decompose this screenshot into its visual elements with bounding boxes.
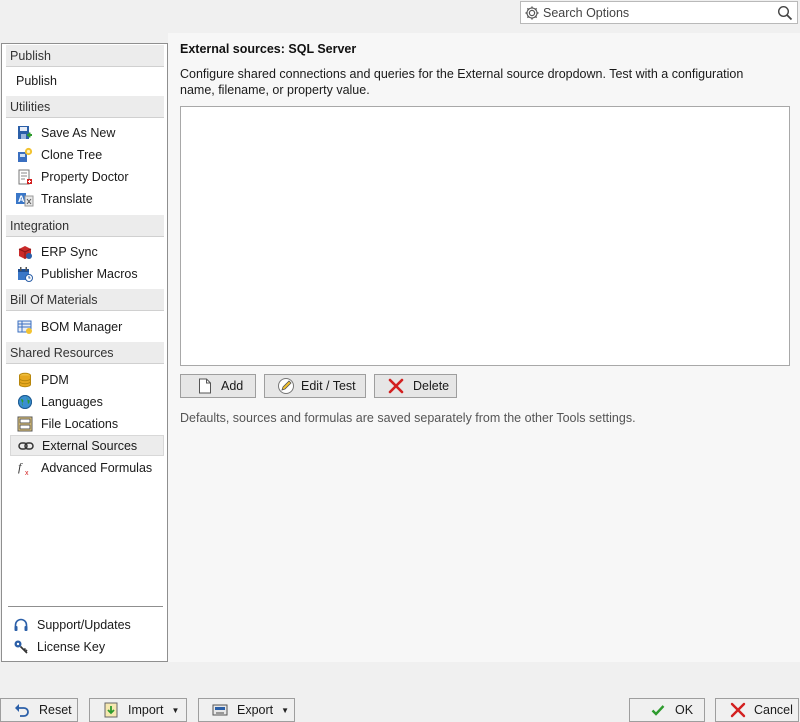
sidebar-item-label: Clone Tree — [41, 147, 103, 162]
sidebar-item-label: Property Doctor — [41, 169, 129, 184]
search-icon[interactable] — [773, 2, 797, 23]
sidebar-item-support-updates[interactable]: Support/Updates — [6, 614, 160, 635]
add-button[interactable]: Add — [180, 374, 256, 398]
delete-x-icon — [387, 377, 405, 395]
sources-list[interactable] — [180, 106, 790, 366]
sidebar-item-publish[interactable]: Publish — [10, 70, 164, 91]
sidebar-item-label: License Key — [37, 639, 106, 654]
group-header-publish: Publish — [6, 45, 164, 67]
languages-icon — [16, 394, 34, 410]
chevron-down-icon: ▼ — [171, 705, 180, 715]
clone-tree-icon — [16, 147, 34, 163]
sidebar-item-save-as-new[interactable]: Save As New — [10, 122, 164, 143]
svg-text:x: x — [25, 470, 29, 476]
cancel-button-label: Cancel — [754, 703, 793, 717]
sidebar-item-label: Translate — [41, 191, 93, 206]
sidebar-item-label: File Locations — [41, 416, 119, 431]
publisher-macros-icon — [16, 266, 34, 282]
translate-icon: A — [16, 191, 34, 207]
sidebar-item-label: PDM — [41, 372, 69, 387]
sidebar-item-translate[interactable]: A Translate — [10, 188, 164, 209]
sidebar-item-advanced-formulas[interactable]: fx Advanced Formulas — [10, 457, 164, 478]
delete-button-label: Delete — [413, 379, 450, 393]
group-header-utilities: Utilities — [6, 96, 164, 118]
sidebar-item-license-key[interactable]: License Key — [6, 636, 160, 657]
checkmark-icon — [649, 701, 667, 719]
top-bar — [0, 0, 800, 33]
sidebar-item-label: Publisher Macros — [41, 266, 138, 281]
main-panel: External sources: SQL Server Configure s… — [168, 33, 800, 662]
sidebar-item-clone-tree[interactable]: Clone Tree — [10, 144, 164, 165]
group-header-bill-of-materials: Bill Of Materials — [6, 289, 164, 311]
save-as-new-icon — [16, 125, 34, 141]
sidebar-item-label: BOM Manager — [41, 319, 123, 334]
headset-icon — [12, 617, 30, 633]
gear-icon[interactable] — [521, 2, 543, 23]
sidebar-item-label: Languages — [41, 394, 103, 409]
new-document-icon — [196, 377, 214, 395]
pdm-icon — [16, 372, 34, 388]
svg-text:A: A — [18, 194, 25, 204]
sidebar-divider — [8, 606, 163, 607]
import-button[interactable]: Import ▼ — [89, 698, 187, 722]
advanced-formulas-icon: fx — [16, 460, 34, 476]
undo-icon — [13, 701, 31, 719]
ok-button-label: OK — [675, 703, 694, 717]
edit-test-button-label: Edit / Test — [301, 379, 356, 393]
ok-button[interactable]: OK — [629, 698, 705, 722]
property-doctor-icon — [16, 169, 34, 185]
sidebar-item-label: ERP Sync — [41, 244, 98, 259]
sidebar-item-file-locations[interactable]: File Locations — [10, 413, 164, 434]
svg-text:f: f — [18, 460, 23, 474]
search-box[interactable] — [520, 1, 798, 24]
sidebar-item-erp-sync[interactable]: ERP Sync — [10, 241, 164, 262]
add-button-label: Add — [221, 379, 244, 393]
bom-manager-icon — [16, 319, 34, 335]
import-icon — [102, 701, 120, 719]
sidebar-item-label: External Sources — [42, 438, 138, 453]
erp-sync-icon — [16, 244, 34, 260]
page-title: External sources: SQL Server — [180, 42, 357, 56]
page-description: Configure shared connections and queries… — [180, 67, 744, 97]
sidebar-item-label: Save As New — [41, 125, 116, 140]
search-input[interactable] — [543, 3, 773, 22]
chevron-down-icon: ▼ — [281, 705, 290, 715]
sidebar-item-property-doctor[interactable]: Property Doctor — [10, 166, 164, 187]
sidebar-item-label: Publish — [16, 73, 57, 88]
edit-test-button[interactable]: Edit / Test — [264, 374, 366, 398]
delete-button[interactable]: Delete — [374, 374, 457, 398]
settings-note: Defaults, sources and formulas are saved… — [180, 411, 636, 425]
sidebar-item-label: Advanced Formulas — [41, 460, 153, 475]
export-button[interactable]: Export ▼ — [198, 698, 295, 722]
sidebar-item-pdm[interactable]: PDM — [10, 369, 164, 390]
file-locations-icon — [16, 416, 34, 432]
reset-button[interactable]: Reset — [0, 698, 78, 722]
export-icon — [211, 701, 229, 719]
external-sources-icon — [17, 438, 35, 454]
group-header-integration: Integration — [6, 215, 164, 237]
import-button-label: Import — [128, 703, 164, 717]
close-icon — [729, 701, 747, 719]
sidebar-item-bom-manager[interactable]: BOM Manager — [10, 316, 164, 337]
group-header-shared-resources: Shared Resources — [6, 342, 164, 364]
sidebar: Publish Publish Utilities Save As New Cl… — [1, 43, 168, 662]
footer-bar: Reset Import ▼ Export ▼ OK Cancel — [0, 662, 800, 722]
sidebar-item-label: Support/Updates — [37, 617, 131, 632]
edit-icon — [277, 377, 295, 395]
cancel-button[interactable]: Cancel — [715, 698, 799, 722]
sidebar-item-external-sources[interactable]: External Sources — [10, 435, 164, 456]
reset-button-label: Reset — [39, 703, 72, 717]
key-icon — [12, 639, 30, 655]
export-button-label: Export — [237, 703, 274, 717]
sidebar-item-languages[interactable]: Languages — [10, 391, 164, 412]
sidebar-item-publisher-macros[interactable]: Publisher Macros — [10, 263, 164, 284]
